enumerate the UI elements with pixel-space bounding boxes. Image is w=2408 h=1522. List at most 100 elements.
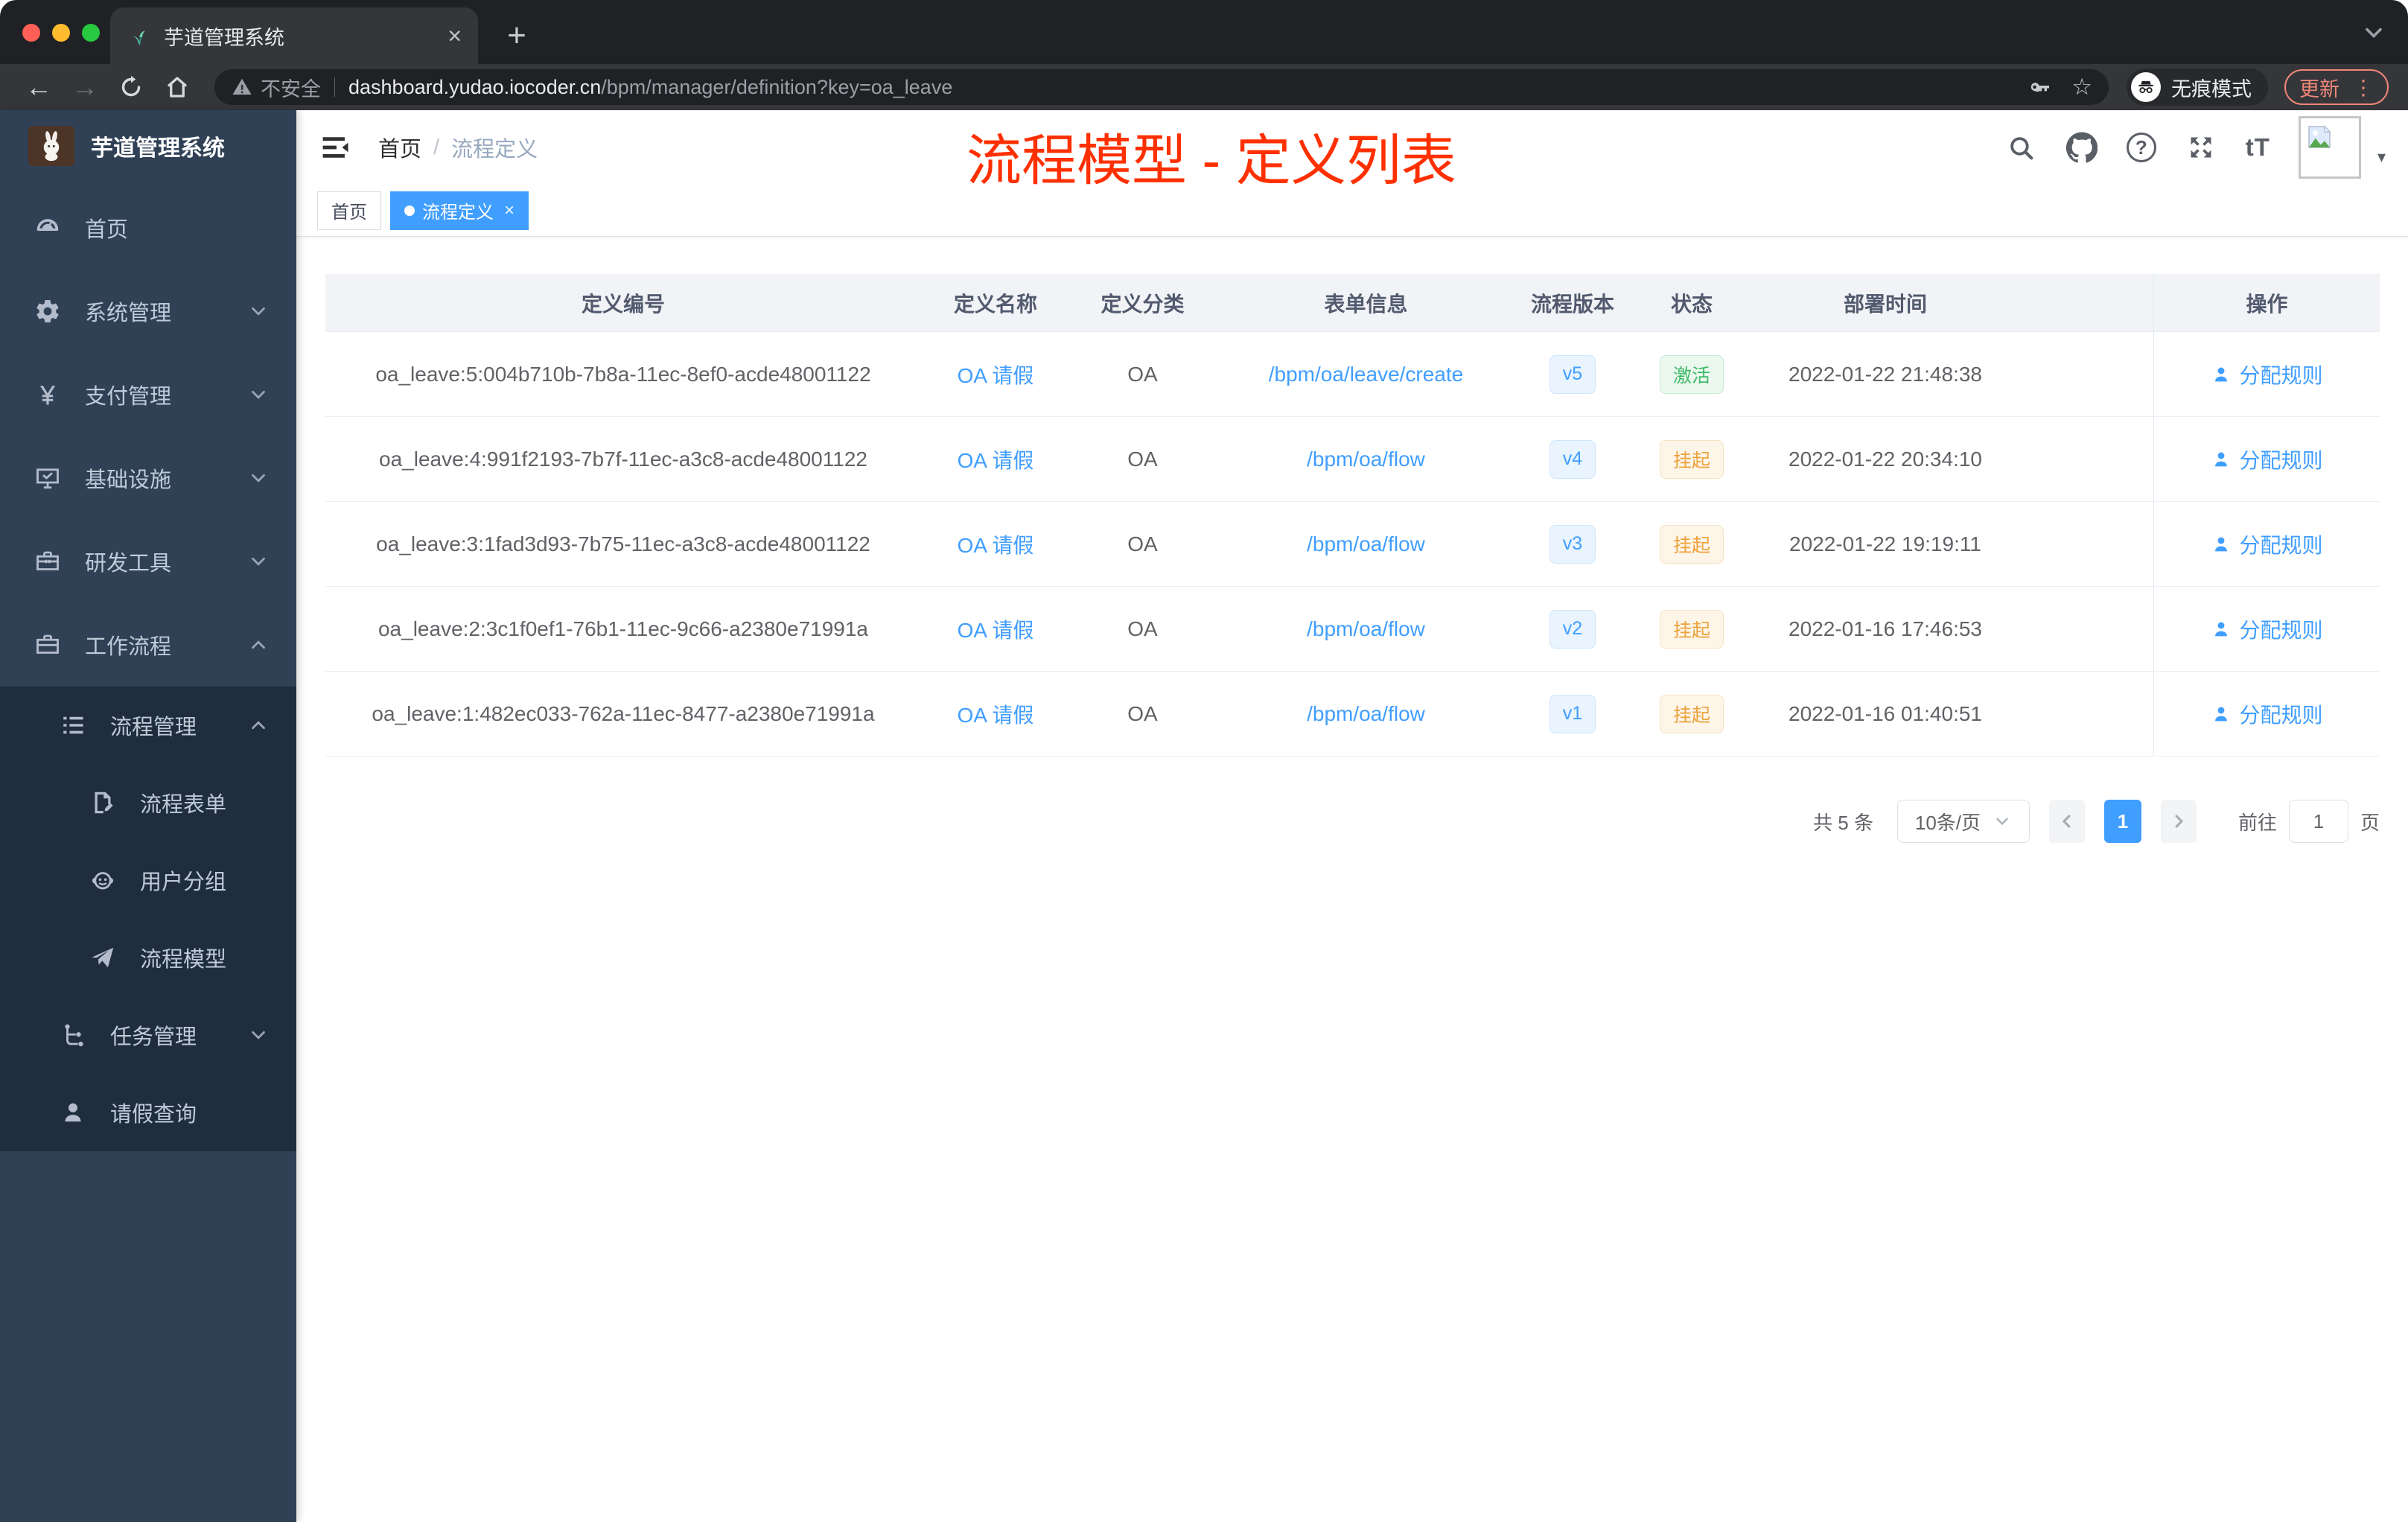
toolbox-icon <box>33 547 63 576</box>
tab-search-chevron-icon[interactable] <box>2360 19 2387 46</box>
status-badge: 挂起 <box>1659 609 1724 649</box>
form-info-link[interactable]: /bpm/oa/flow <box>1307 532 1425 556</box>
sidebar-item-label: 系统管理 <box>85 302 172 325</box>
page-size-value: 10条/页 <box>1914 811 1981 834</box>
password-key-icon[interactable] <box>2028 75 2052 99</box>
tag-首页[interactable]: 首页 <box>317 191 381 230</box>
column-header-3: 表单信息 <box>1324 292 1408 316</box>
briefcase-icon <box>33 630 63 660</box>
macos-traffic-lights[interactable] <box>22 24 100 42</box>
chevron-down-icon <box>247 300 270 322</box>
update-label[interactable]: 更新 <box>2299 73 2339 102</box>
sidebar-item-基础设施[interactable]: 基础设施 <box>0 436 296 520</box>
address-bar[interactable]: 不安全 dashboard.yudao.iocoder.cn/bpm/manag… <box>214 69 2109 105</box>
table-row: oa_leave:4:991f2193-7b7f-11ec-a3c8-acde4… <box>325 417 2380 502</box>
column-header-4: 流程版本 <box>1530 292 1614 316</box>
reload-icon[interactable] <box>112 68 150 106</box>
breadcrumb-home[interactable]: 首页 <box>378 132 421 163</box>
definition-name-link[interactable]: OA 请假 <box>958 699 1034 729</box>
goto-page-input[interactable]: 1 <box>2288 800 2348 843</box>
sidebar-item-流程管理[interactable]: 流程管理 <box>0 687 296 764</box>
forward-icon[interactable]: → <box>66 68 104 106</box>
assign-rule-link[interactable]: 分配规则 <box>2211 529 2323 559</box>
assign-user-icon <box>2211 449 2232 470</box>
sidebar-item-流程表单[interactable]: 流程表单 <box>0 764 296 841</box>
page-unit-label: 页 <box>2360 811 2380 834</box>
github-icon[interactable] <box>2065 131 2098 164</box>
prev-page-button[interactable] <box>2048 800 2085 843</box>
back-icon[interactable]: ← <box>19 68 58 106</box>
next-page-button[interactable] <box>2160 800 2197 843</box>
incognito-icon <box>2131 72 2161 102</box>
definition-id: oa_leave:4:991f2193-7b7f-11ec-a3c8-acde4… <box>379 447 867 471</box>
help-question-icon[interactable]: ? <box>2126 133 2156 162</box>
not-secure-warning-icon[interactable] <box>231 76 253 98</box>
definition-name-link[interactable]: OA 请假 <box>958 529 1034 559</box>
browser-menu-dots-icon[interactable]: ⋮ <box>2353 75 2374 100</box>
gear-icon <box>33 296 63 326</box>
incognito-label: 无痕模式 <box>2171 77 2252 101</box>
status-badge: 激活 <box>1659 354 1724 394</box>
form-info-link[interactable]: /bpm/oa/flow <box>1307 448 1425 471</box>
browser-tab[interactable]: 芋道管理系统 × <box>110 7 478 64</box>
sidebar-item-请假查询[interactable]: 请假查询 <box>0 1074 296 1151</box>
sidebar-item-用户分组[interactable]: 用户分组 <box>0 841 296 919</box>
status-badge: 挂起 <box>1659 694 1724 733</box>
page-content: 定义编号 定义名称 定义分类 表单信息 流程版本 状态 部署时间 操作 oa_leave:5:… <box>296 237 2408 843</box>
page-number-active[interactable]: 1 <box>2103 800 2141 843</box>
user-icon <box>58 1098 88 1127</box>
minimize-window-button[interactable] <box>52 24 70 42</box>
sidebar-item-label: 首页 <box>85 218 129 242</box>
form-info-link[interactable]: /bpm/oa/flow <box>1307 617 1425 641</box>
font-size-icon[interactable]: tT <box>2246 133 2270 162</box>
avatar-caret-icon[interactable]: ▾ <box>2377 147 2386 167</box>
page-size-select[interactable]: 10条/页 <box>1896 800 2030 843</box>
fullscreen-icon[interactable] <box>2185 131 2217 164</box>
sidebar-item-流程模型[interactable]: 流程模型 <box>0 919 296 996</box>
definition-category: OA <box>1127 447 1158 471</box>
form-info-link[interactable]: /bpm/oa/leave/create <box>1269 363 1464 386</box>
definition-name-link[interactable]: OA 请假 <box>958 360 1034 389</box>
assign-rule-link[interactable]: 分配规则 <box>2211 699 2323 729</box>
column-header-2: 定义分类 <box>1101 292 1185 316</box>
assign-rule-link[interactable]: 分配规则 <box>2211 360 2323 389</box>
form-info-link[interactable]: /bpm/oa/flow <box>1307 702 1425 726</box>
sidebar-item-系统管理[interactable]: 系统管理 <box>0 270 296 353</box>
definition-name-link[interactable]: OA 请假 <box>958 445 1034 474</box>
column-header-1: 定义名称 <box>953 292 1037 316</box>
close-window-button[interactable] <box>22 24 40 42</box>
zoom-window-button[interactable] <box>82 24 100 42</box>
sidebar-item-工作流程[interactable]: 工作流程 <box>0 603 296 687</box>
user-avatar-broken-image[interactable] <box>2298 116 2361 179</box>
new-tab-button[interactable]: + <box>497 16 536 55</box>
tag-流程定义[interactable]: 流程定义 × <box>390 191 529 230</box>
table-row: oa_leave:5:004b710b-7b8a-11ec-8ef0-acde4… <box>325 332 2380 417</box>
tag-close-icon[interactable]: × <box>504 200 515 221</box>
definition-table: 定义编号 定义名称 定义分类 表单信息 流程版本 状态 部署时间 操作 oa_leave:5:… <box>325 274 2380 757</box>
sidebar-item-首页[interactable]: 首页 <box>0 186 296 270</box>
active-tag-dot <box>404 205 415 216</box>
definition-name-link[interactable]: OA 请假 <box>958 614 1034 644</box>
goto-label: 前往 <box>2237 811 2277 834</box>
sidebar-item-任务管理[interactable]: 任务管理 <box>0 996 296 1074</box>
deploy-time: 2022-01-16 17:46:53 <box>1789 617 1982 640</box>
table-header-filler <box>2016 274 2153 331</box>
sidebar-logo-row[interactable]: 芋道管理系统 <box>0 110 296 182</box>
tab-title: 芋道管理系统 <box>164 26 284 49</box>
sidebar-item-研发工具[interactable]: 研发工具 <box>0 520 296 603</box>
assign-rule-link[interactable]: 分配规则 <box>2211 445 2323 474</box>
row-filler <box>2016 417 2153 501</box>
sidebar-item-label: 流程表单 <box>140 793 227 817</box>
browser-tab-strip: 芋道管理系统 × + <box>0 0 2408 64</box>
tab-close-icon[interactable]: × <box>447 24 462 48</box>
assign-user-icon <box>2211 364 2232 385</box>
assign-rule-link[interactable]: 分配规则 <box>2211 614 2323 644</box>
sidebar-item-支付管理[interactable]: 支付管理 <box>0 353 296 436</box>
browser-update-button[interactable]: 更新 ⋮ <box>2284 69 2389 105</box>
select-chevron-down-icon <box>1993 812 2012 831</box>
paper-plane-icon <box>88 943 118 972</box>
search-icon[interactable] <box>2004 131 2037 164</box>
home-icon[interactable] <box>158 68 197 106</box>
sidebar-collapse-icon[interactable] <box>319 130 353 165</box>
bookmark-star-icon[interactable]: ☆ <box>2071 74 2092 101</box>
